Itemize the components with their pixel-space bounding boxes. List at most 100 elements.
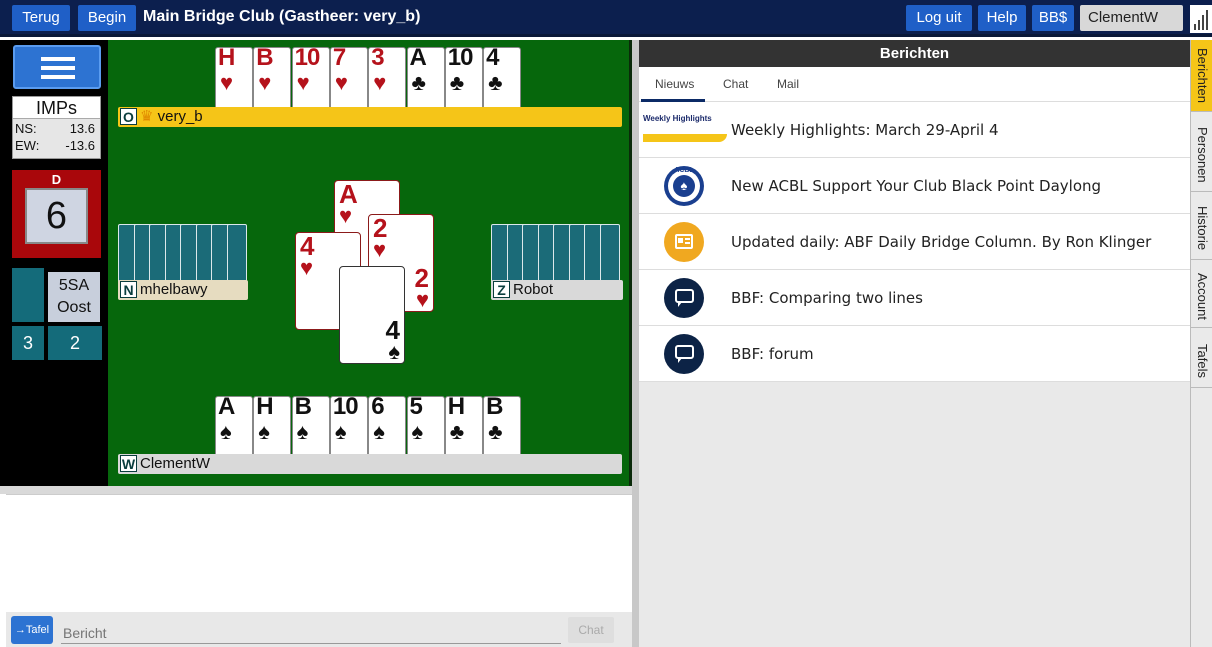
- playing-card[interactable]: H ♠: [253, 396, 292, 461]
- news-title: BBF: Comparing two lines: [731, 289, 923, 307]
- side-tabs: Berichten Personen Historie Account Tafe…: [1190, 40, 1212, 647]
- east-player-bar: Z Robot: [491, 280, 623, 300]
- message-input[interactable]: [61, 622, 561, 644]
- playing-card[interactable]: 3 ♥: [368, 47, 407, 112]
- chat-send-button[interactable]: Chat: [568, 617, 614, 643]
- side-tab-account[interactable]: Account: [1191, 266, 1212, 328]
- menu-button[interactable]: [13, 45, 101, 89]
- card-suit: ♣: [488, 70, 503, 95]
- card-rank: 10: [294, 47, 321, 71]
- page-title: Main Bridge Club (Gastheer: very_b): [143, 8, 421, 25]
- tab-mail[interactable]: Mail: [777, 67, 799, 102]
- side-tab-people[interactable]: Personen: [1191, 118, 1212, 192]
- east-hand-backs: [491, 224, 623, 286]
- contract-panel: 5SA Oost 3 2: [12, 268, 102, 368]
- news-item[interactable]: ♠ ACBL New ACBL Support Your Club Black …: [639, 158, 1190, 251]
- card-rank: H: [447, 396, 465, 420]
- card-back: [226, 224, 247, 286]
- username-field[interactable]: ClementW: [1080, 5, 1183, 31]
- to-table-button[interactable]: →Tafel: [11, 616, 53, 644]
- player-name: Robot: [513, 281, 554, 298]
- card-suit: ♠: [373, 419, 385, 444]
- card-suit: ♠: [296, 419, 309, 444]
- south-player-bar: W ClementW: [118, 454, 622, 474]
- trick-card-bottom: 4 ♠: [339, 266, 405, 364]
- news-title: Weekly Highlights: March 29-April 4: [731, 121, 999, 139]
- contract-info: 5SA Oost: [48, 272, 100, 322]
- news-item[interactable]: Updated daily: ABF Daily Bridge Column. …: [639, 214, 1190, 270]
- tricks-right: 2: [48, 326, 102, 360]
- bb-dollars-button[interactable]: BB$: [1032, 5, 1074, 31]
- card-suit: ♠: [334, 419, 347, 444]
- card-rank: 4: [486, 47, 499, 71]
- board-indicator: D 6: [12, 170, 101, 258]
- playing-card[interactable]: B ♣: [483, 396, 522, 461]
- playing-card[interactable]: A ♠: [215, 396, 253, 461]
- playing-card[interactable]: H ♣: [444, 396, 483, 461]
- playing-card[interactable]: 5 ♠: [406, 396, 445, 461]
- card-suit: ♠: [258, 419, 270, 444]
- logout-button[interactable]: Log uit: [906, 5, 972, 31]
- side-tab-tables[interactable]: Tafels: [1191, 334, 1212, 388]
- west-player-bar: Nmhelbawy: [118, 280, 248, 300]
- speech-bubble-icon: [664, 278, 704, 318]
- panel-divider[interactable]: [632, 40, 639, 647]
- spade-icon: ♠: [673, 175, 695, 197]
- card-suit: ♠: [220, 419, 232, 444]
- home-button[interactable]: Begin: [78, 5, 136, 31]
- board-number: 6: [25, 188, 88, 244]
- card-rank: B: [256, 47, 273, 71]
- chat-separator: [0, 486, 632, 494]
- card-rank: 10: [447, 47, 474, 71]
- playing-card[interactable]: 10 ♠: [329, 396, 368, 461]
- playing-card[interactable]: 7 ♥: [329, 47, 368, 112]
- playing-card[interactable]: B ♠: [291, 396, 330, 461]
- card-rank: H: [218, 47, 235, 71]
- newspaper-icon: [664, 222, 704, 262]
- card-suit: ♣: [411, 70, 426, 95]
- back-button[interactable]: Terug: [12, 5, 70, 31]
- news-title: Updated daily: ABF Daily Bridge Column. …: [731, 233, 1152, 251]
- player-name: ClementW: [140, 455, 211, 472]
- panel-title: Berichten: [639, 40, 1190, 67]
- left-sidebar: IMPs NS: 13.6 EW: -13.6 D 6 5SA Oost 3 2: [0, 40, 108, 486]
- tab-news[interactable]: Nieuws: [655, 67, 694, 102]
- seat-label: O: [120, 108, 137, 125]
- card-suit: ♣: [488, 419, 503, 444]
- card-rank: 5: [409, 396, 423, 420]
- card-suit: ♠: [411, 419, 424, 444]
- playing-card[interactable]: 10 ♥: [291, 47, 330, 112]
- help-button[interactable]: Help: [978, 5, 1026, 31]
- contract-declarer: Oost: [57, 299, 91, 316]
- player-name: very_b: [157, 108, 203, 125]
- playing-card[interactable]: H ♥: [215, 47, 253, 112]
- side-tab-messages[interactable]: Berichten: [1191, 40, 1212, 112]
- playing-card[interactable]: 10 ♣: [444, 47, 483, 112]
- playing-card[interactable]: 4 ♣: [483, 47, 522, 112]
- news-item[interactable]: BBF: forum: [639, 326, 1190, 382]
- card-rank: B: [294, 396, 312, 420]
- playing-card[interactable]: A ♣: [406, 47, 445, 112]
- weekly-highlights-logo: Weekly Highlights: [643, 114, 729, 148]
- playing-card[interactable]: 6 ♠: [368, 396, 407, 461]
- card-rank: 6: [371, 396, 384, 420]
- playing-card[interactable]: B ♥: [253, 47, 292, 112]
- acbl-logo: ♠ ACBL: [664, 166, 704, 206]
- card-suit: ♥: [220, 70, 234, 95]
- card-suit: ♣: [449, 70, 465, 95]
- card-rank: 10: [332, 396, 359, 420]
- card-suit: ♥: [296, 70, 310, 95]
- scoreboard: IMPs NS: 13.6 EW: -13.6: [12, 96, 101, 159]
- crown-icon: ♛: [140, 108, 154, 125]
- signal-strength-icon: [1190, 5, 1212, 33]
- card-rank: H: [256, 396, 273, 420]
- west-hand-backs: [118, 224, 248, 286]
- news-item[interactable]: BBF: Comparing two lines: [639, 270, 1190, 326]
- side-tab-history[interactable]: Historie: [1191, 198, 1212, 260]
- player-name: mhelbawy: [140, 281, 208, 298]
- card-rank: 3: [371, 47, 384, 71]
- tab-chat[interactable]: Chat: [723, 67, 748, 102]
- card-rank: B: [486, 396, 503, 420]
- card-rank: 7: [332, 47, 346, 71]
- news-item[interactable]: Weekly Highlights Weekly Highlights: Mar…: [639, 102, 1190, 158]
